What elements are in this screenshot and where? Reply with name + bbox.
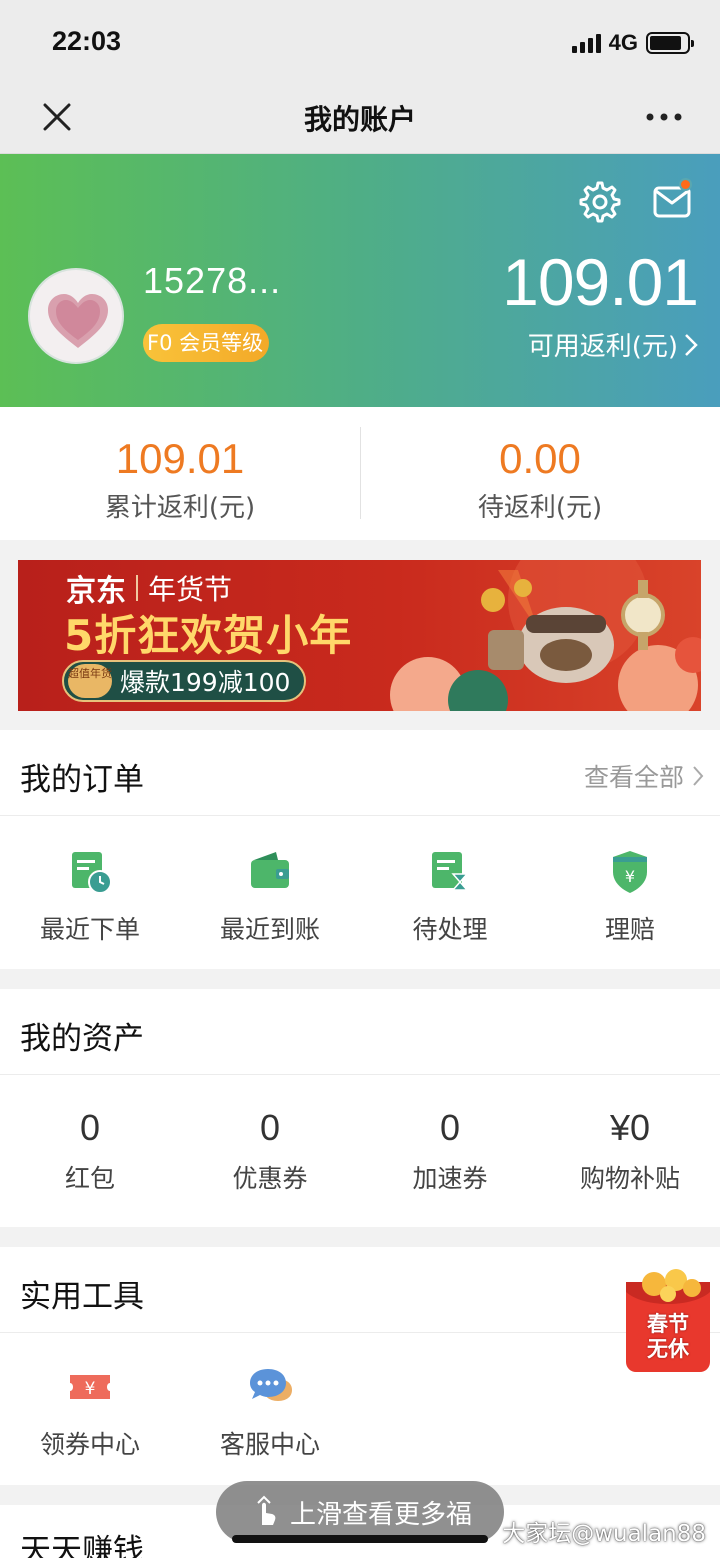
chevron-right-icon <box>685 333 698 356</box>
orders-title: 我的订单 <box>20 762 144 798</box>
status-bar: 22:03 4G <box>0 0 720 82</box>
total-rebate-value: 109.01 <box>115 435 245 482</box>
swipe-up-hint[interactable]: 上滑查看更多福 <box>216 1481 504 1543</box>
member-level-badge[interactable]: F0 会员等级 <box>143 324 270 362</box>
available-rebate-value: 109.01 <box>502 245 699 319</box>
chevron-right-icon <box>693 766 704 786</box>
total-rebate[interactable]: 109.01 累计返利(元) <box>0 407 360 540</box>
gear-icon[interactable] <box>578 180 622 224</box>
asset-item-boost-coupon[interactable]: 0 加速券 <box>360 1107 540 1195</box>
tools-header: 实用工具 <box>0 1247 720 1333</box>
nav-bar: 我的账户 <box>0 82 720 154</box>
assets-header: 我的资产 <box>0 989 720 1075</box>
more-icon[interactable] <box>644 104 684 130</box>
spring-festival-badge[interactable]: 春节无休 <box>624 1268 712 1374</box>
pending-rebate-label: 待返利(元) <box>477 493 603 523</box>
order-item-label: 待处理 <box>412 915 488 944</box>
orders-grid: 最近下单 最近到账 待处理 ¥ 理赔 <box>0 816 720 946</box>
available-rebate-label: 可用返利(元) <box>527 332 678 362</box>
asset-item-red-packet[interactable]: 0 红包 <box>0 1107 180 1195</box>
banner-promo: 爆款199减100 <box>120 668 291 697</box>
asset-label: 红包 <box>64 1164 115 1193</box>
asset-label: 优惠券 <box>232 1164 308 1193</box>
asset-item-shopping-subsidy[interactable]: ¥0 购物补贴 <box>540 1107 720 1195</box>
asset-value: 0 <box>439 1107 461 1148</box>
svg-text:¥: ¥ <box>625 867 635 886</box>
battery-icon <box>646 32 694 54</box>
swipe-hint-label: 上滑查看更多福 <box>289 1499 472 1530</box>
network-label: 4G <box>608 30 638 55</box>
banner-headline: 5折狂欢贺小年 <box>64 611 353 660</box>
tool-item-customer-service[interactable]: 客服中心 <box>180 1363 360 1461</box>
pending-icon <box>426 848 474 896</box>
signal-icon <box>571 33 601 53</box>
banner-products-image <box>390 560 701 711</box>
tool-label: 客服中心 <box>219 1430 320 1459</box>
order-item-label: 最近下单 <box>39 915 140 944</box>
banner-promo-pill: 超值年货 爆款199减100 <box>62 660 307 702</box>
status-indicators: 4G <box>571 30 694 56</box>
order-item-label: 最近到账 <box>219 915 320 944</box>
order-item-pending[interactable]: 待处理 <box>360 848 540 946</box>
asset-label: 加速券 <box>412 1164 488 1193</box>
notification-dot <box>679 178 692 191</box>
recent-order-icon <box>66 848 114 896</box>
asset-value: ¥0 <box>609 1107 651 1148</box>
tools-section: 实用工具 ¥ 领券中心 客服中心 <box>0 1247 720 1485</box>
orders-section: 我的订单 查看全部 最近下单 最近到账 待处理 ¥ 理赔 <box>0 730 720 969</box>
chat-bubble-icon <box>246 1363 294 1411</box>
assets-grid: 0 红包 0 优惠券 0 加速券 ¥0 购物补贴 <box>0 1075 720 1195</box>
total-rebate-label: 累计返利(元) <box>104 493 256 523</box>
order-item-recent-credit[interactable]: 最近到账 <box>180 848 360 946</box>
orders-header: 我的订单 查看全部 <box>0 730 720 816</box>
tool-item-coupon-center[interactable]: ¥ 领券中心 <box>0 1363 180 1461</box>
status-time: 22:03 <box>52 26 122 56</box>
assets-section: 我的资产 0 红包 0 优惠券 0 加速券 ¥0 购物补贴 <box>0 989 720 1227</box>
view-all-orders-link[interactable]: 查看全部 <box>584 758 704 794</box>
svg-text:¥: ¥ <box>85 1379 96 1399</box>
tools-grid: ¥ 领券中心 客服中心 <box>0 1333 720 1461</box>
asset-item-coupon[interactable]: 0 优惠券 <box>180 1107 360 1195</box>
promo-banner[interactable]: 京东 年货节 5折狂欢贺小年 超值年货 爆款199减100 <box>18 560 701 711</box>
account-header: 15278... F0 会员等级 109.01 可用返利(元) <box>0 154 720 407</box>
coupon-icon: ¥ <box>66 1363 114 1411</box>
avatar[interactable] <box>28 268 124 364</box>
home-indicator <box>232 1535 488 1543</box>
pending-rebate[interactable]: 0.00 待返利(元) <box>360 407 720 540</box>
account-phone: 15278... <box>143 260 282 301</box>
spring-badge-text: 春节无休 <box>647 1312 689 1361</box>
order-item-claims[interactable]: ¥ 理赔 <box>540 848 720 946</box>
available-rebate-link[interactable]: 可用返利(元) <box>528 326 698 363</box>
tool-label: 领券中心 <box>39 1430 140 1459</box>
order-item-recent-order[interactable]: 最近下单 <box>0 848 180 946</box>
earn-title: 天天赚钱 <box>20 1533 144 1558</box>
shield-yen-icon: ¥ <box>606 848 654 896</box>
tools-title: 实用工具 <box>20 1279 144 1315</box>
asset-value: 0 <box>259 1107 281 1148</box>
pending-rebate-value: 0.00 <box>499 435 581 482</box>
swipe-hand-icon <box>257 1495 276 1525</box>
wallet-icon <box>246 848 294 896</box>
banner-tag: 超值年货 <box>68 664 112 698</box>
asset-value: 0 <box>79 1107 101 1148</box>
rebate-summary: 109.01 累计返利(元) 0.00 待返利(元) <box>0 407 720 540</box>
asset-label: 购物补贴 <box>579 1164 680 1193</box>
assets-title: 我的资产 <box>20 1021 144 1057</box>
mail-icon[interactable] <box>650 178 696 222</box>
view-all-label: 查看全部 <box>583 763 684 792</box>
order-item-label: 理赔 <box>604 915 655 944</box>
watermark: 大家坛@wualan88 <box>502 1521 706 1547</box>
page-title: 我的账户 <box>303 103 416 136</box>
